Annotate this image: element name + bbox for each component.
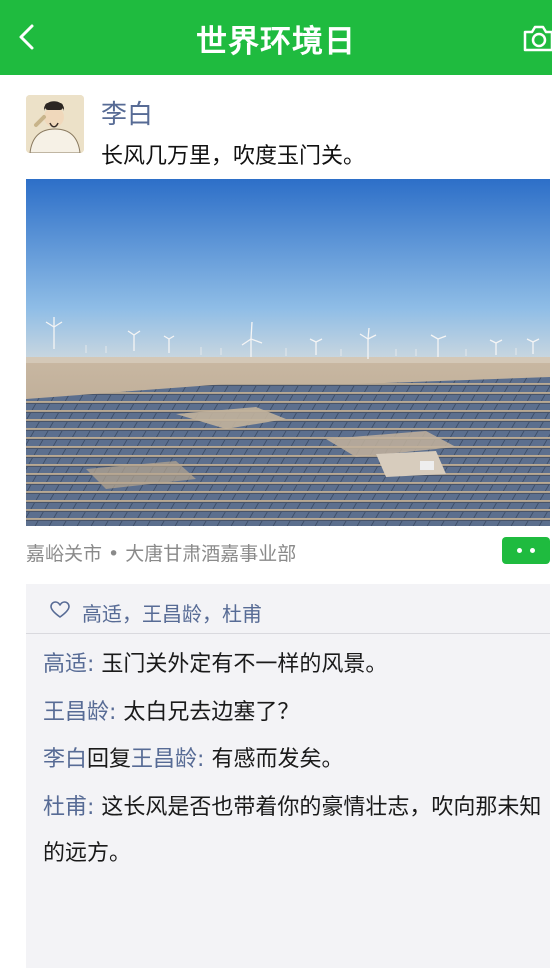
like-row: 高适，王昌龄，杜甫	[26, 584, 550, 634]
comment-separator: :	[87, 795, 102, 820]
comment-item[interactable]: 李白回复王昌龄: 有感而发矣。	[43, 737, 543, 783]
author-name[interactable]: 李白	[101, 94, 153, 131]
commenter-name[interactable]: 高适	[43, 652, 87, 677]
liker-names[interactable]: 高适，王昌龄，杜甫	[82, 598, 262, 627]
post-location[interactable]: 嘉峪关市 • 大唐甘肃酒嘉事业部	[26, 539, 296, 566]
comment-separator: :	[87, 652, 102, 677]
commenter-name[interactable]: 王昌龄	[43, 700, 109, 725]
dot-icon	[517, 548, 522, 553]
solar-farm-image	[26, 179, 550, 526]
avatar[interactable]	[26, 95, 84, 153]
comment-text: 太白兄去边塞了？	[123, 700, 300, 725]
comment-item[interactable]: 杜甫: 这长风是否也带着你的豪情壮志，吹向那未知的远方。	[43, 785, 543, 877]
post-text: 长风几万里，吹度玉门关。	[101, 144, 366, 169]
heart-icon	[50, 601, 70, 618]
comment-separator: :	[109, 700, 124, 725]
comment-separator: :	[197, 747, 212, 772]
dot-icon	[530, 548, 535, 553]
top-bar: 世界环境日	[0, 0, 552, 75]
page-title: 世界环境日	[196, 24, 356, 60]
avatar-image	[26, 95, 84, 153]
more-options-button[interactable]	[502, 537, 550, 564]
reply-target-name[interactable]: 王昌龄	[131, 747, 197, 772]
comment-text: 这长风是否也带着你的豪情壮志，吹向那未知的远方。	[43, 795, 542, 866]
reply-word: 回复	[87, 747, 132, 772]
comment-text: 玉门关外定有不一样的风景。	[101, 652, 388, 677]
commenter-name[interactable]: 李白	[43, 747, 87, 772]
commenter-name[interactable]: 杜甫	[43, 795, 87, 820]
comment-text: 有感而发矣。	[211, 747, 344, 772]
comment-item[interactable]: 高适: 玉门关外定有不一样的风景。	[43, 642, 543, 688]
post-photo[interactable]	[26, 179, 550, 526]
comment-panel: 高适，王昌龄，杜甫 高适: 玉门关外定有不一样的风景。 王昌龄: 太白兄去边塞了…	[26, 584, 550, 968]
comment-item[interactable]: 王昌龄: 太白兄去边塞了？	[43, 690, 543, 736]
camera-icon[interactable]	[522, 24, 552, 52]
